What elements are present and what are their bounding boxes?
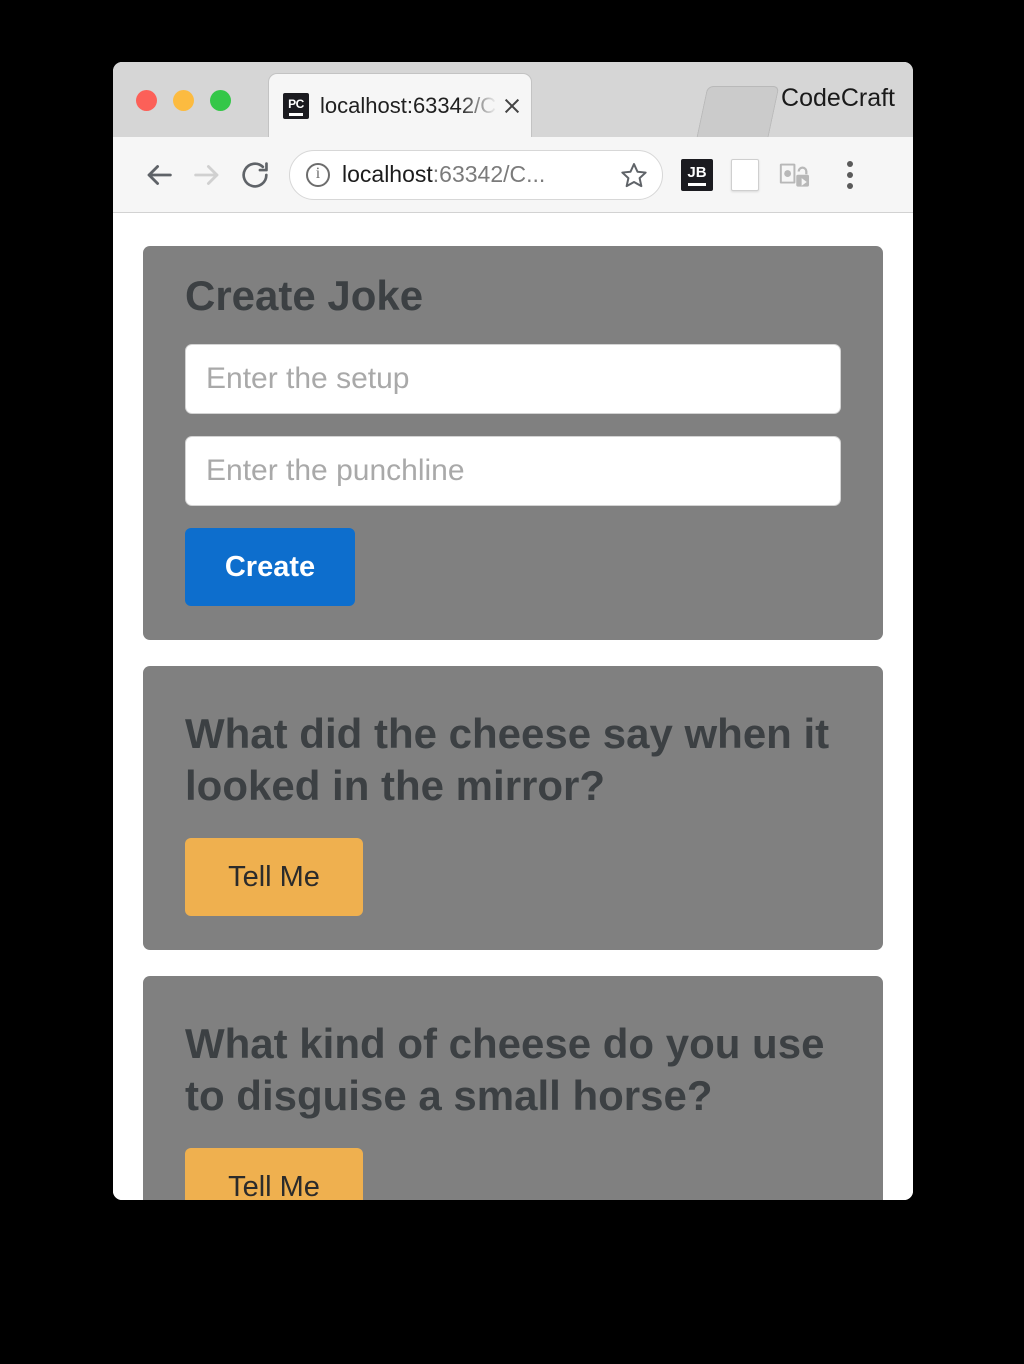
- jetbrains-extension-label: JB: [687, 164, 707, 181]
- pycharm-pc-icon: PC: [283, 92, 309, 119]
- browser-window: PC localhost:63342/Code/4.co CodeCraft: [113, 62, 913, 1200]
- joke-card: What kind of cheese do you use to disgui…: [143, 976, 883, 1200]
- jetbrains-extension-icon[interactable]: JB: [681, 158, 713, 191]
- address-bar-url-main: localhost: [342, 161, 433, 187]
- tab-active[interactable]: PC localhost:63342/Code/4.co: [269, 74, 531, 137]
- site-info-icon[interactable]: [306, 162, 330, 187]
- page-title: Create Joke: [185, 272, 424, 319]
- joke-setup-text: What did the cheese say when it looked i…: [185, 710, 830, 810]
- extension-icons: JB: [681, 158, 865, 192]
- joke-card: What did the cheese say when it looked i…: [143, 666, 883, 951]
- back-arrow-icon[interactable]: [135, 151, 183, 199]
- address-bar[interactable]: localhost:63342/C...: [289, 149, 663, 200]
- tab-title: localhost:63342/Code/4.co: [320, 93, 499, 119]
- three-dot-menu-icon[interactable]: [835, 158, 865, 192]
- tab-inactive[interactable]: [696, 86, 780, 137]
- close-window-button[interactable]: [136, 90, 157, 111]
- minimize-window-button[interactable]: [173, 90, 194, 111]
- punchline-input[interactable]: [185, 436, 841, 507]
- address-bar-url-dim: :63342/C...: [432, 161, 546, 187]
- page-content: Create Joke Create What did the cheese s…: [113, 213, 913, 1200]
- video-download-extension-icon[interactable]: [777, 158, 811, 192]
- bookmark-star-icon[interactable]: [620, 161, 648, 189]
- tab-title-main: localhost:63342/Code/: [320, 92, 499, 118]
- traffic-lights: [136, 90, 231, 111]
- reload-icon[interactable]: [231, 151, 279, 199]
- window-title: CodeCraft: [781, 84, 895, 112]
- create-button[interactable]: Create: [185, 528, 355, 607]
- tab-strip: PC localhost:63342/Code/4.co CodeCraft: [113, 62, 913, 137]
- maximize-window-button[interactable]: [210, 90, 231, 111]
- create-joke-card: Create Joke Create: [143, 246, 883, 641]
- address-bar-url: localhost:63342/C...: [342, 161, 620, 188]
- browser-toolbar: localhost:63342/C... JB: [113, 137, 913, 213]
- tell-me-button[interactable]: Tell Me: [185, 1148, 363, 1200]
- page-extension-icon[interactable]: [731, 158, 759, 191]
- forward-arrow-icon[interactable]: [183, 151, 231, 199]
- joke-setup-text: What kind of cheese do you use to disgui…: [185, 1020, 825, 1120]
- close-icon[interactable]: [501, 95, 523, 117]
- setup-input[interactable]: [185, 344, 841, 415]
- tell-me-button[interactable]: Tell Me: [185, 838, 363, 917]
